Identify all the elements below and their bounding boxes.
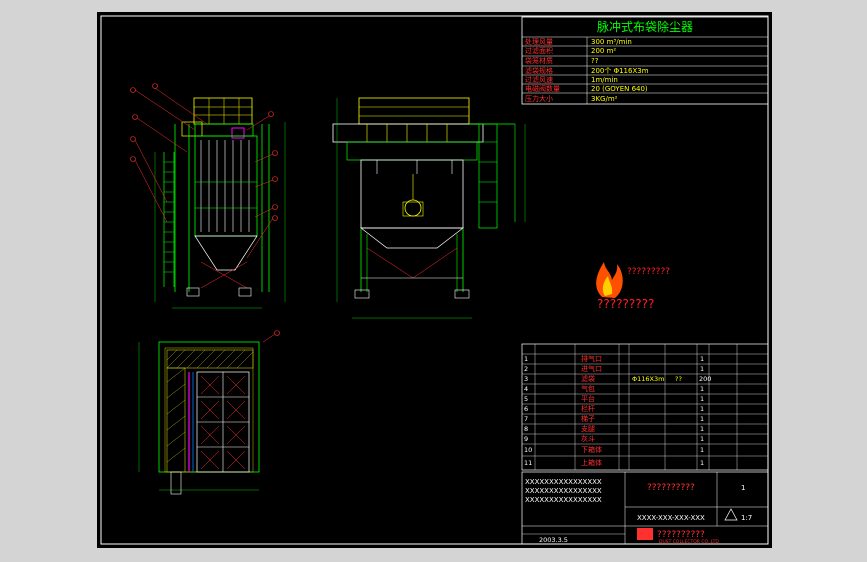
part-qty: 1 (700, 365, 704, 373)
drawing-name: ?????????? (647, 483, 695, 493)
company-logo-icon (637, 528, 653, 540)
drawing-number: XXXX-XXX-XXX-XXX (637, 514, 705, 522)
part-no: 8 (524, 425, 528, 433)
drawing-scale: 1:7 (741, 514, 752, 522)
part-no: 9 (524, 435, 528, 443)
spec-label: 过滤面积 (525, 46, 553, 55)
plan-view (138, 330, 280, 495)
x-row: XXXXXXXXXXXXXXXX (525, 487, 602, 495)
border-frame (100, 15, 769, 545)
cad-drawing: 脉冲式布袋除尘器 处理风量 过滤面积 袋笼材质 滤袋规格 过滤风速 电磁阀数量 … (100, 15, 769, 545)
part-qty: 200 (699, 375, 711, 383)
part-qty: 1 (700, 459, 704, 467)
spec-table: 脉冲式布袋除尘器 处理风量 过滤面积 袋笼材质 滤袋规格 过滤风速 电磁阀数量 … (521, 16, 769, 105)
part-no: 6 (524, 405, 528, 413)
part-no: 1 (524, 355, 528, 363)
part-spec: Φ116X3m (632, 375, 664, 383)
spec-label: 处理风量 (525, 37, 553, 46)
company-mark: ????????? ????????? (596, 262, 670, 311)
part-no: 3 (524, 375, 528, 383)
spec-value: 300 m³/min (591, 38, 632, 46)
spec-label: 电磁阀数量 (525, 84, 560, 93)
part-name: 气包 (581, 384, 595, 393)
part-qty: 1 (700, 355, 704, 363)
part-name: 梯子 (581, 414, 595, 423)
side-view (332, 97, 526, 319)
spec-value: 3KG/m² (591, 95, 618, 103)
part-name: 滤袋 (581, 374, 595, 383)
spec-label: 过滤风速 (525, 75, 553, 84)
part-qty: 1 (700, 425, 704, 433)
spec-label: 滤袋规格 (525, 66, 553, 75)
sheet-count: 1 (741, 484, 745, 492)
part-no: 7 (524, 415, 528, 423)
part-name: 进气口 (581, 364, 602, 373)
part-qty: 1 (700, 415, 704, 423)
part-no: 4 (524, 385, 528, 393)
part-qty: 1 (700, 385, 704, 393)
spec-value: 1m/min (591, 76, 618, 84)
spec-label: 袋笼材质 (525, 56, 553, 65)
part-qty: 1 (700, 395, 704, 403)
spec-value: 200个 Φ116X3m (591, 67, 649, 75)
company-english-name: DUST COLLECTOR CO.,LTD (659, 539, 719, 545)
part-material: ?? (675, 375, 682, 383)
company-name-line2: ????????? (597, 297, 654, 311)
part-no: 2 (524, 365, 528, 373)
part-qty: 1 (700, 446, 704, 454)
spec-value: 200 m² (591, 47, 616, 55)
drawing-date: 2003.3.5 (539, 536, 568, 544)
company-logo-text: ?????????? (657, 530, 705, 540)
title-block: XXXXXXXXXXXXXXXX XXXXXXXXXXXXXXXX XXXXXX… (521, 471, 769, 545)
spec-label: 压力大小 (525, 94, 553, 103)
triangle-mark-icon (724, 508, 738, 521)
part-name: 排气口 (581, 354, 602, 363)
part-qty: 1 (700, 405, 704, 413)
part-name: 灰斗 (581, 434, 595, 443)
spec-title: 脉冲式布袋除尘器 (597, 19, 693, 34)
part-name: 栏杆 (581, 404, 595, 413)
company-name-line1: ????????? (627, 267, 670, 277)
part-name: 上箱体 (581, 458, 602, 467)
spec-value: 20 (GOYEN 640) (591, 85, 648, 93)
part-name: 平台 (581, 394, 595, 403)
part-no: 10 (524, 446, 532, 454)
part-name: 支腿 (581, 424, 595, 433)
part-qty: 1 (700, 435, 704, 443)
x-row: XXXXXXXXXXXXXXXX (525, 496, 602, 504)
parts-list: 1 2 3 4 5 6 7 8 9 10 11 排气口 进气口 滤袋 气包 平台… (521, 343, 769, 471)
drawing-sheet: 脉冲式布袋除尘器 处理风量 过滤面积 袋笼材质 滤袋规格 过滤风速 电磁阀数量 … (97, 12, 772, 548)
spec-value: ?? (591, 57, 599, 65)
x-row: XXXXXXXXXXXXXXXX (525, 478, 602, 486)
front-view (130, 83, 286, 309)
part-name: 下箱体 (581, 445, 602, 454)
part-no: 11 (524, 459, 532, 467)
part-no: 5 (524, 395, 528, 403)
